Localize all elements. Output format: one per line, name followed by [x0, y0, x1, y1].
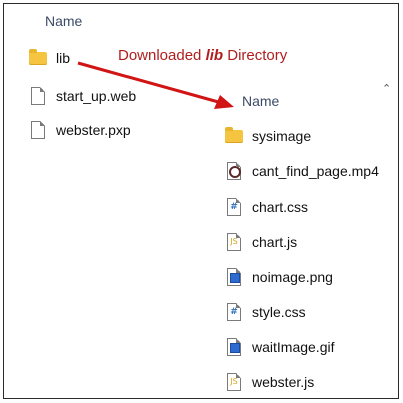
item-label: webster.pxp — [56, 122, 131, 138]
item-label: cant_find_page.mp4 — [252, 163, 379, 179]
item-label: start_up.web — [56, 88, 137, 104]
left-item-lib[interactable]: lib — [28, 48, 70, 68]
item-label: chart.js — [252, 234, 298, 250]
image-file-icon — [224, 337, 244, 357]
js-file-icon: JS — [224, 232, 244, 252]
annotation-emphasis: lib — [205, 47, 224, 64]
folder-icon — [28, 48, 48, 68]
right-item-waitimage-gif[interactable]: waitImage.gif — [224, 337, 334, 357]
chevron-up-icon[interactable]: ⌃ — [382, 82, 391, 95]
file-icon — [28, 120, 48, 140]
file-icon — [28, 86, 48, 106]
folder-icon — [224, 126, 244, 146]
annotation-suffix: Directory — [223, 47, 288, 64]
right-item-noimage-png[interactable]: noimage.png — [224, 267, 333, 287]
item-label: style.css — [252, 304, 306, 320]
annotation-prefix: Downloaded — [118, 47, 206, 64]
item-label: waitImage.gif — [252, 339, 335, 355]
image-file-icon — [224, 267, 244, 287]
right-item-style-css[interactable]: # style.css — [224, 302, 306, 322]
video-file-icon — [224, 161, 244, 181]
item-label: webster.js — [252, 374, 315, 390]
right-item-cant-find-page[interactable]: cant_find_page.mp4 — [224, 161, 379, 181]
right-item-sysimage[interactable]: sysimage — [224, 126, 311, 146]
css-file-icon: # — [224, 302, 244, 322]
item-label: chart.css — [252, 199, 309, 215]
item-label: noimage.png — [252, 269, 333, 285]
left-item-start-up-web[interactable]: start_up.web — [28, 86, 136, 106]
js-file-icon: JS — [224, 372, 244, 392]
item-label: lib — [56, 50, 71, 66]
css-file-icon: # — [224, 197, 244, 217]
item-label: sysimage — [252, 128, 312, 144]
annotation-label: Downloaded lib Directory — [118, 47, 287, 64]
right-item-chart-css[interactable]: # chart.css — [224, 197, 308, 217]
left-item-webster-pxp[interactable]: webster.pxp — [28, 120, 131, 140]
right-item-chart-js[interactable]: JS chart.js — [224, 232, 297, 252]
left-name-column-header[interactable]: Name — [45, 13, 82, 29]
right-item-webster-js[interactable]: JS webster.js — [224, 372, 314, 392]
right-name-column-header[interactable]: Name — [242, 93, 279, 109]
